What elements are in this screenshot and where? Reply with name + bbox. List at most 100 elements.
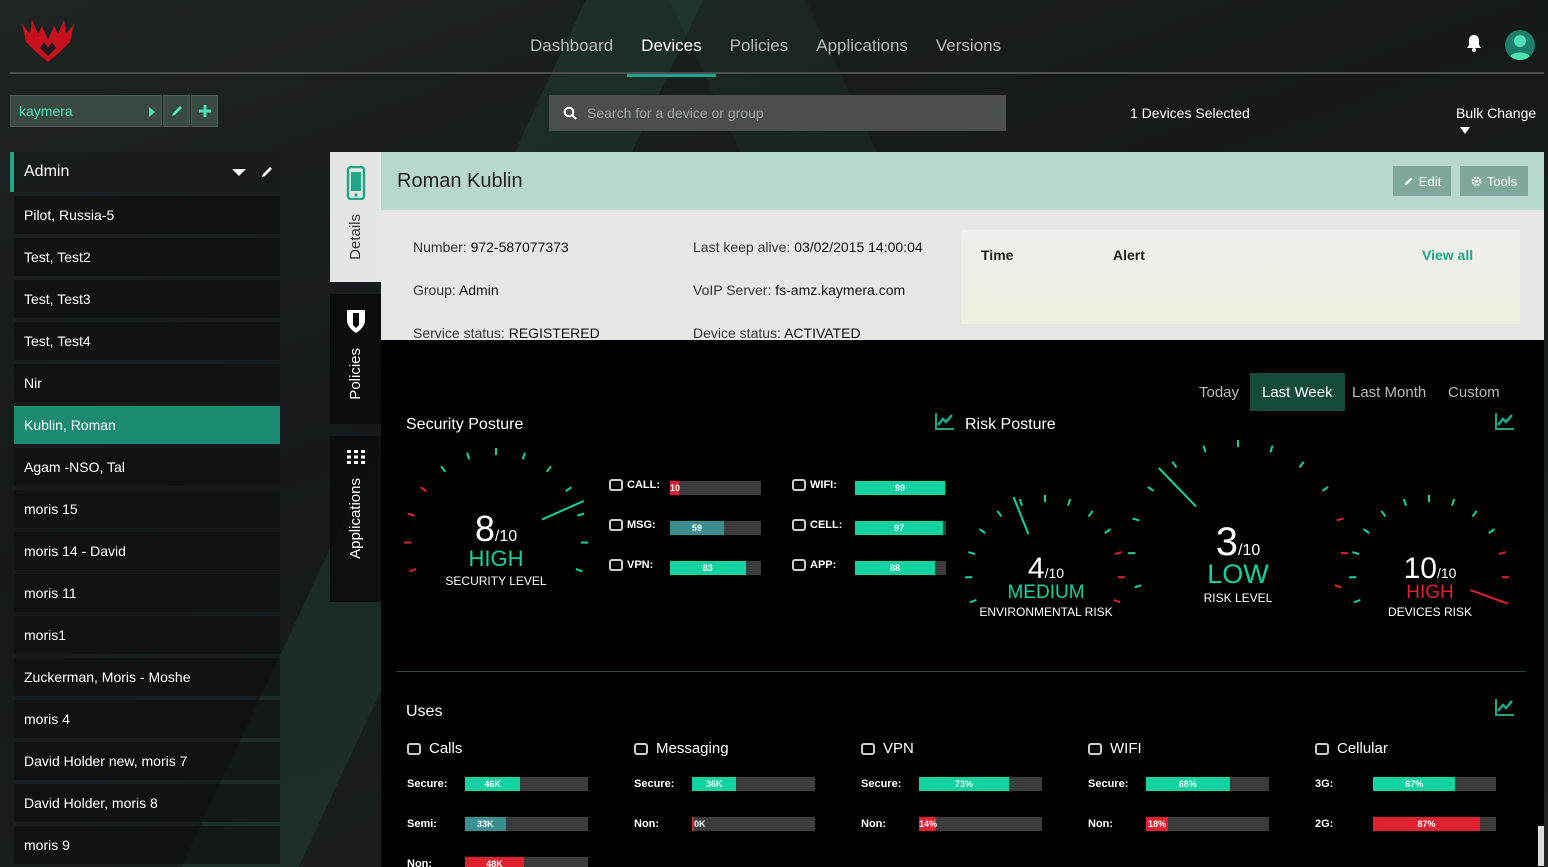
header-divider bbox=[10, 72, 1544, 74]
sidebar-item[interactable]: Test, Test3 bbox=[14, 280, 280, 318]
uses-bar-fill: 68% bbox=[1146, 777, 1230, 791]
gauge-tick bbox=[1321, 486, 1329, 492]
uses-bar-fill: 46K bbox=[465, 777, 521, 791]
gauge-tick bbox=[1171, 461, 1178, 468]
gauge-tick bbox=[1269, 445, 1274, 453]
bulk-change-dropdown[interactable]: Bulk Change bbox=[1456, 105, 1548, 137]
antenna-icon bbox=[1315, 742, 1329, 755]
sidebar-group-title: Admin bbox=[24, 163, 70, 180]
sidebar-item[interactable]: Agam -NSO, Tal bbox=[14, 448, 280, 486]
security-score-max: /10 bbox=[494, 528, 518, 545]
tools-button[interactable]: Tools bbox=[1460, 166, 1528, 196]
tab-applications-label: Applications bbox=[347, 478, 364, 559]
sidebar-item[interactable]: Kublin, Roman bbox=[14, 406, 280, 444]
scrollbar-thumb[interactable] bbox=[1538, 826, 1544, 866]
risk-level: LOW bbox=[1207, 559, 1269, 589]
sidebar-item[interactable]: moris 14 - David bbox=[14, 532, 280, 570]
tab-applications[interactable]: Applications bbox=[330, 436, 381, 602]
phone-icon bbox=[609, 479, 623, 491]
nav-tab-versions[interactable]: Versions bbox=[922, 28, 1015, 77]
sidebar-item[interactable]: Nir bbox=[14, 364, 280, 402]
uses-bar-fill: 73% bbox=[919, 777, 1009, 791]
stats-panel: Today Last Week Last Month Custom Securi… bbox=[381, 340, 1544, 867]
gauge-tick bbox=[1202, 445, 1207, 453]
uses-row-label: 2G: bbox=[1315, 818, 1334, 830]
sidebar-device-list: Pilot, Russia-5 Test, Test2 Test, Test3 Tes… bbox=[10, 196, 280, 864]
nav-tab-dashboard[interactable]: Dashboard bbox=[516, 28, 627, 77]
sidebar-group-header[interactable]: Admin bbox=[10, 152, 280, 192]
sidebar-item[interactable]: Test, Test2 bbox=[14, 238, 280, 276]
group-selector[interactable]: kaymera bbox=[10, 95, 162, 127]
uses-col-title: Cellular bbox=[1315, 740, 1388, 757]
sidebar-item[interactable]: moris1 bbox=[14, 616, 280, 654]
uses-col-title-text: WIFI bbox=[1110, 740, 1142, 757]
search-input[interactable] bbox=[587, 105, 987, 121]
scrollbar[interactable] bbox=[1538, 152, 1544, 867]
selected-count: 1 Devices Selected bbox=[1130, 105, 1250, 121]
uses-bar-fill: 87% bbox=[1373, 817, 1480, 831]
gauge-tick bbox=[1132, 517, 1140, 522]
uses-bar: 33K bbox=[465, 817, 588, 831]
sidebar-item[interactable]: Pilot, Russia-5 bbox=[14, 196, 280, 234]
user-avatar[interactable] bbox=[1505, 30, 1535, 60]
sidebar-item[interactable]: moris 15 bbox=[14, 490, 280, 528]
sidebar-item[interactable]: Zuckerman, Moris - Moshe bbox=[14, 658, 280, 696]
tab-details[interactable]: Details bbox=[330, 152, 381, 282]
info-group: Group: Admin bbox=[413, 282, 499, 298]
uses-col-title-text: Messaging bbox=[656, 740, 729, 757]
edit-group-button[interactable] bbox=[163, 95, 190, 127]
stat-bar: 59 bbox=[670, 521, 761, 535]
uses-bar-fill: 33K bbox=[465, 817, 506, 831]
group-label: Group: bbox=[413, 282, 456, 298]
sidebar-item[interactable]: moris 11 bbox=[14, 574, 280, 612]
edit-button-label: Edit bbox=[1418, 173, 1442, 189]
uses-col-title: Messaging bbox=[634, 740, 729, 757]
device-sidebar: Admin Pilot, Russia-5 Test, Test2 Test, Te… bbox=[10, 152, 280, 867]
view-all-link[interactable]: View all bbox=[1422, 247, 1473, 263]
uses-row-label: Non: bbox=[861, 818, 887, 830]
gauge-tick bbox=[1104, 528, 1112, 534]
devices-risk-level: HIGH bbox=[1406, 582, 1454, 603]
gauge-tick bbox=[1362, 528, 1370, 534]
nav-tab-applications[interactable]: Applications bbox=[802, 28, 922, 77]
gauge-tick bbox=[1336, 517, 1344, 522]
stat-bar-fill: 10 bbox=[670, 481, 681, 495]
stat-bar: 83 bbox=[670, 561, 761, 575]
security-score: 8/10 HIGH SECURITY LEVEL bbox=[436, 508, 556, 588]
stat-label-vpn: VPN: bbox=[609, 559, 653, 571]
sidebar-item[interactable]: David Holder, moris 8 bbox=[14, 784, 280, 822]
add-group-button[interactable] bbox=[191, 95, 218, 127]
voip-value: fs-amz.kaymera.com bbox=[775, 282, 906, 298]
sidebar-item[interactable]: moris 9 bbox=[14, 826, 280, 864]
stat-label-text: MSG: bbox=[627, 519, 656, 531]
trend-chart-icon[interactable] bbox=[1495, 698, 1515, 716]
stat-label-text: CELL: bbox=[810, 519, 843, 531]
pencil-icon[interactable] bbox=[260, 165, 274, 179]
sidebar-item[interactable]: David Holder new, moris 7 bbox=[14, 742, 280, 780]
uses-row-label: Semi: bbox=[407, 818, 437, 830]
devices-risk-value: 10 bbox=[1403, 552, 1437, 585]
wifi-icon bbox=[1088, 742, 1102, 755]
nav-tab-devices[interactable]: Devices bbox=[627, 28, 716, 77]
gauge-tick bbox=[1134, 584, 1142, 589]
uses-bar-fill: 48K bbox=[465, 857, 525, 867]
shield-icon bbox=[346, 310, 365, 333]
risk-score: 3/10 LOW RISK LEVEL bbox=[1178, 520, 1298, 605]
bell-icon[interactable] bbox=[1465, 34, 1483, 52]
uses-bar-fill: 14% bbox=[919, 817, 938, 831]
gauge-tick bbox=[1471, 510, 1478, 518]
sidebar-item[interactable]: Test, Test4 bbox=[14, 322, 280, 360]
info-keepalive: Last keep alive: 03/02/2015 14:00:04 bbox=[693, 239, 923, 255]
devices-risk-caption: DEVICES RISK bbox=[1387, 605, 1473, 619]
stat-label-app: APP: bbox=[792, 559, 836, 571]
caret-down-icon[interactable] bbox=[232, 169, 246, 176]
edit-button[interactable]: Edit bbox=[1393, 166, 1451, 196]
sidebar-item[interactable]: moris 4 bbox=[14, 700, 280, 738]
uses-col-title: Calls bbox=[407, 740, 462, 757]
uses-bar: 0K bbox=[692, 817, 815, 831]
gauge-tick bbox=[978, 528, 986, 534]
nav-tab-policies[interactable]: Policies bbox=[716, 28, 803, 77]
keepalive-label: Last keep alive: bbox=[693, 239, 791, 255]
tab-policies[interactable]: Policies bbox=[330, 294, 381, 424]
gauge-tick bbox=[1147, 486, 1155, 492]
